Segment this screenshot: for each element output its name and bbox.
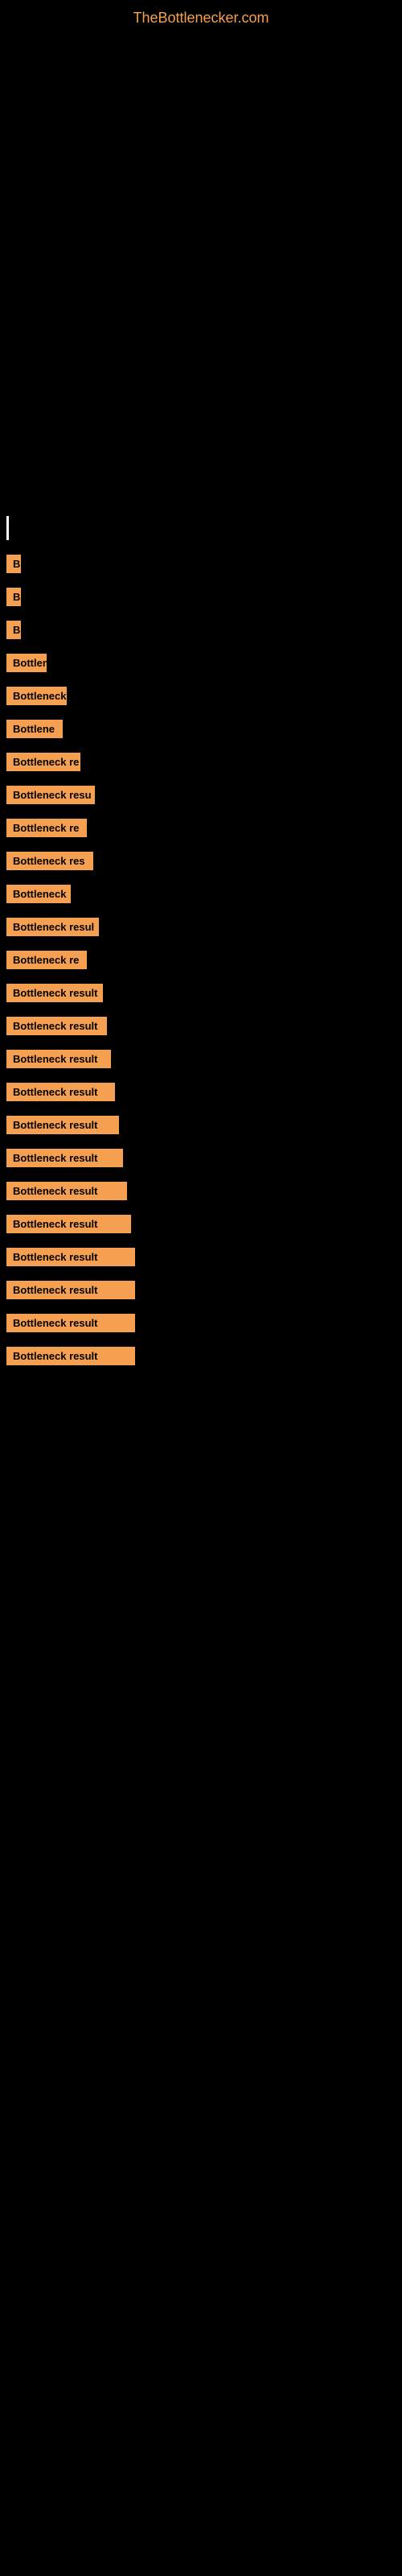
bottleneck-result-label: Bottleneck result [6, 1314, 135, 1332]
list-item: B [6, 621, 396, 639]
list-item: Bottleneck result [6, 1149, 396, 1167]
items-list: BBBBottlenBottleneckBottleneBottleneck r… [0, 516, 402, 1365]
list-item: Bottleneck result [6, 1281, 396, 1299]
list-item: Bottleneck re [6, 753, 396, 771]
bottleneck-result-label: Bottleneck result [6, 1248, 135, 1266]
list-item: Bottleneck result [6, 1017, 396, 1035]
list-item: Bottleneck re [6, 819, 396, 837]
bottleneck-result-label: Bottleneck result [6, 1281, 135, 1299]
bottleneck-result-label: Bottleneck re [6, 951, 87, 969]
bottleneck-result-label: B [6, 555, 21, 573]
list-item: Bottleneck [6, 687, 396, 705]
bottleneck-result-label: B [6, 621, 21, 639]
list-item: Bottleneck result [6, 1314, 396, 1332]
list-item: Bottleneck result [6, 1248, 396, 1266]
bottleneck-result-label: Bottleneck result [6, 1050, 111, 1068]
bottleneck-result-label: Bottleneck result [6, 1149, 123, 1167]
site-title-container: TheBottlenecker.com [0, 0, 402, 33]
list-item: Bottleneck res [6, 852, 396, 870]
list-item: Bottleneck resu [6, 786, 396, 804]
bottleneck-result-label: Bottlene [6, 720, 63, 738]
bottleneck-result-label: Bottleneck result [6, 1215, 131, 1233]
list-item: Bottleneck [6, 885, 396, 903]
list-item: B [6, 555, 396, 573]
list-item: Bottleneck result [6, 1083, 396, 1101]
list-item: B [6, 588, 396, 606]
list-item: Bottleneck result [6, 1050, 396, 1068]
bottleneck-result-label: Bottleneck re [6, 819, 87, 837]
list-item: Bottleneck re [6, 951, 396, 969]
bottleneck-result-label: Bottleneck [6, 885, 71, 903]
list-item: Bottlene [6, 720, 396, 738]
list-item: Bottleneck result [6, 1182, 396, 1200]
bottleneck-result-label: B [6, 588, 21, 606]
bottleneck-result-label: Bottleneck result [6, 1347, 135, 1365]
bottleneck-result-label: Bottleneck re [6, 753, 80, 771]
bottleneck-result-label: Bottleneck result [6, 1116, 119, 1134]
list-item: Bottleneck result [6, 1116, 396, 1134]
bottleneck-result-label: Bottleneck resu [6, 786, 95, 804]
list-item: Bottlen [6, 654, 396, 672]
list-item: Bottleneck result [6, 1347, 396, 1365]
bottleneck-result-label: Bottleneck result [6, 1182, 127, 1200]
list-item: Bottleneck resul [6, 918, 396, 936]
site-title: TheBottlenecker.com [0, 0, 402, 33]
list-item: Bottleneck result [6, 984, 396, 1002]
bottleneck-result-label: Bottleneck result [6, 984, 103, 1002]
bottleneck-result-label: Bottleneck result [6, 1083, 115, 1101]
bottleneck-result-label: Bottleneck [6, 687, 67, 705]
bottleneck-result-label: Bottleneck result [6, 1017, 107, 1035]
list-item: Bottleneck result [6, 1215, 396, 1233]
bottleneck-result-label: Bottlen [6, 654, 47, 672]
border-indicator [6, 516, 396, 540]
bottleneck-result-label: Bottleneck res [6, 852, 93, 870]
bottleneck-result-label: Bottleneck resul [6, 918, 99, 936]
